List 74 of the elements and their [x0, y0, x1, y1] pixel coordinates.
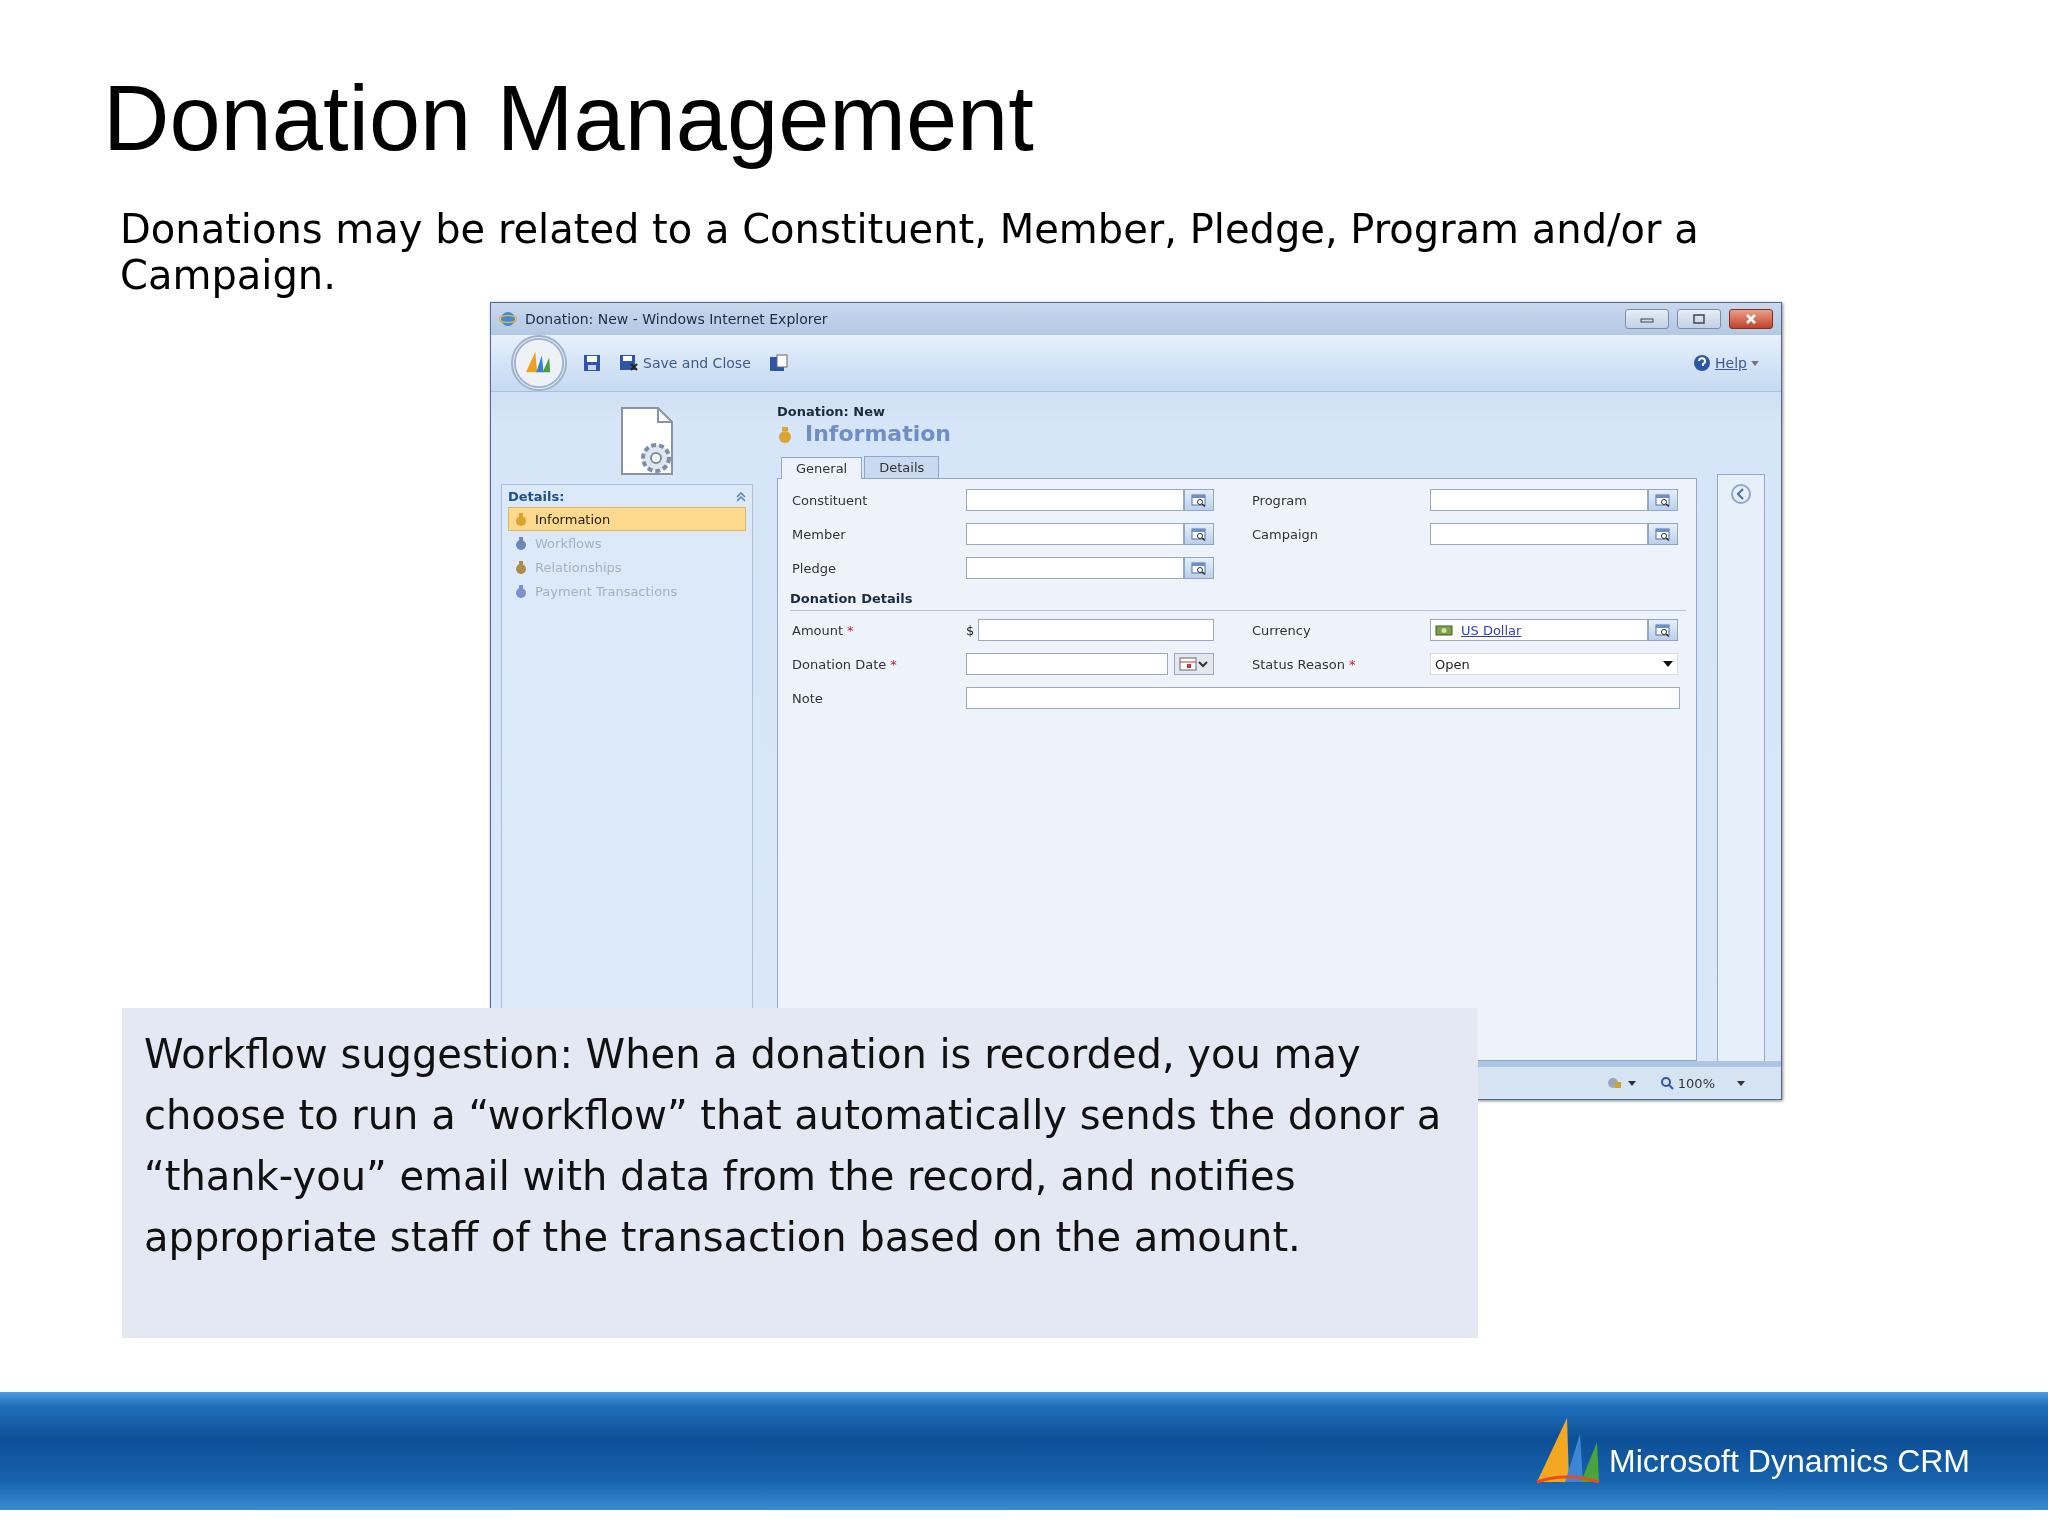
lookup-field[interactable] — [966, 489, 1184, 511]
help-menu[interactable]: Help — [1687, 353, 1765, 373]
lookup-field[interactable] — [966, 557, 1184, 579]
back-icon[interactable] — [1730, 483, 1752, 505]
minimize-button[interactable] — [1625, 309, 1669, 329]
nav-item[interactable]: Information — [508, 507, 746, 531]
field-label: Donation Date * — [791, 656, 898, 672]
help-icon — [1693, 354, 1712, 372]
record-title: Donation: New — [777, 404, 887, 419]
form-tab[interactable]: General — [781, 457, 863, 479]
lookup-icon — [1655, 493, 1671, 507]
field-label: Pledge — [791, 560, 837, 576]
caret-icon — [1751, 360, 1759, 366]
calendar-button[interactable] — [1174, 653, 1214, 675]
field-label: Campaign — [1251, 526, 1320, 542]
lookup-icon — [1191, 527, 1207, 541]
money-bag-icon — [777, 424, 793, 443]
lookup-field[interactable] — [966, 523, 1184, 545]
lookup-icon — [1655, 623, 1671, 637]
lookup-field[interactable] — [1430, 489, 1648, 511]
section-title: Information — [805, 421, 951, 446]
field-label: Currency — [1251, 622, 1312, 638]
browser-icon — [499, 310, 517, 328]
note-field[interactable] — [966, 687, 1680, 709]
item-icon — [513, 535, 529, 551]
save-close-icon — [619, 354, 639, 372]
lookup-field[interactable]: US Dollar — [1430, 619, 1648, 641]
caret-icon — [1737, 1080, 1745, 1086]
maximize-icon — [1692, 313, 1706, 325]
nav-heading: Details: — [508, 489, 565, 504]
item-icon — [513, 559, 529, 575]
lookup-icon — [1191, 561, 1207, 575]
window-title: Donation: New - Windows Internet Explorer — [525, 311, 829, 327]
close-icon — [1745, 313, 1757, 325]
logo-icon — [1535, 1416, 1602, 1486]
field-label: Program — [1251, 492, 1308, 508]
field-label: Note — [791, 690, 824, 706]
form-tab[interactable]: Details — [864, 456, 940, 478]
section-heading: Donation Details — [790, 591, 1686, 611]
security-icon[interactable] — [1605, 1076, 1636, 1090]
lookup-button[interactable] — [1648, 523, 1678, 545]
zoom-control[interactable]: 100% — [1653, 1074, 1751, 1092]
save-button[interactable] — [581, 352, 603, 374]
item-icon — [513, 511, 529, 527]
lookup-button[interactable] — [1184, 557, 1214, 579]
amount-field[interactable] — [978, 619, 1214, 641]
caret-icon — [1663, 661, 1673, 667]
field-label: Amount * — [791, 622, 855, 638]
logo-text: Microsoft Dynamics CRM — [1609, 1442, 1970, 1480]
zoom-icon — [1659, 1076, 1674, 1090]
save-and-close-button[interactable]: Save and Close — [617, 352, 753, 374]
collapse-icon[interactable] — [736, 491, 746, 502]
app-logo-icon[interactable] — [511, 335, 567, 391]
status-dropdown[interactable]: Open — [1430, 653, 1678, 675]
lookup-button[interactable] — [1184, 523, 1214, 545]
lookup-button[interactable] — [1648, 489, 1678, 511]
close-button[interactable] — [1729, 309, 1773, 329]
slide-subtitle: Donations may be related to a Constituent, Member, Pledge, Program and/or a Campaign. — [120, 206, 1700, 298]
date-field[interactable] — [966, 653, 1168, 675]
slide-title: Donation Management — [103, 66, 1034, 171]
lookup-icon — [1191, 493, 1207, 507]
lookup-icon — [1655, 527, 1671, 541]
field-label: Member — [791, 526, 847, 542]
lookup-button[interactable] — [1648, 619, 1678, 641]
lookup-button[interactable] — [1184, 489, 1214, 511]
field-label: Constituent — [791, 492, 869, 508]
maximize-button[interactable] — [1677, 309, 1721, 329]
money-icon — [1435, 623, 1455, 637]
minimize-icon — [1640, 315, 1654, 323]
currency-symbol: $ — [966, 622, 976, 638]
callout-text: Workflow suggestion: When a donation is recorded, you may choose to run a “workflow” that automatically sends the donor a “thank-you” email with data from the record, and notifies appropriate staff of the transaction based on the amount. — [122, 1008, 1478, 1338]
lookup-field[interactable] — [1430, 523, 1648, 545]
field-label: Status Reason * — [1251, 656, 1357, 672]
item-icon — [513, 583, 529, 599]
